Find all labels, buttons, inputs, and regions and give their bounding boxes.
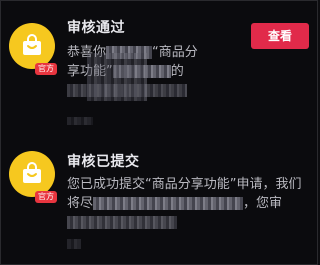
official-badge: 官方 [35, 63, 57, 75]
shopping-bag-icon [23, 162, 41, 183]
body-text-segment: 的 [170, 64, 184, 79]
body-line [67, 213, 311, 232]
notification-title: 审核已提交 [67, 154, 140, 170]
body-text-segment: 您已成功提交“商品分享功能”申请，我们 [67, 177, 302, 192]
notification-item-approved[interactable]: 官方 审核通过 查看 恭喜你 “商品分 享功能” 的 [1, 9, 317, 139]
redacted-block [67, 239, 81, 249]
notification-title: 审核通过 [67, 20, 125, 36]
body-text-segment: ，您审 [243, 196, 283, 211]
body-line: 您已成功提交“商品分享功能”申请，我们 [67, 175, 311, 194]
avatar: 官方 [9, 151, 57, 203]
body-text-segment: “商品分 [152, 45, 198, 60]
official-badge: 官方 [35, 191, 57, 203]
notification-list: 官方 审核通过 查看 恭喜你 “商品分 享功能” 的 官方 审核已提交 您已成功… [0, 0, 318, 265]
notification-body: 您已成功提交“商品分享功能”申请，我们 将尽 ，您审 [67, 175, 311, 232]
redacted-block [67, 117, 93, 125]
view-button[interactable]: 查看 [251, 23, 309, 49]
avatar: 官方 [9, 23, 57, 75]
shopping-bag-icon [23, 34, 41, 55]
redacted-block [93, 197, 244, 210]
body-line: 将尽 ，您审 [67, 194, 311, 213]
redacted-block [67, 216, 177, 229]
redacted-block [87, 53, 147, 101]
body-text-segment: 将尽 [67, 196, 94, 211]
notification-item-submitted[interactable]: 官方 审核已提交 您已成功提交“商品分享功能”申请，我们 将尽 ，您审 [1, 143, 317, 263]
